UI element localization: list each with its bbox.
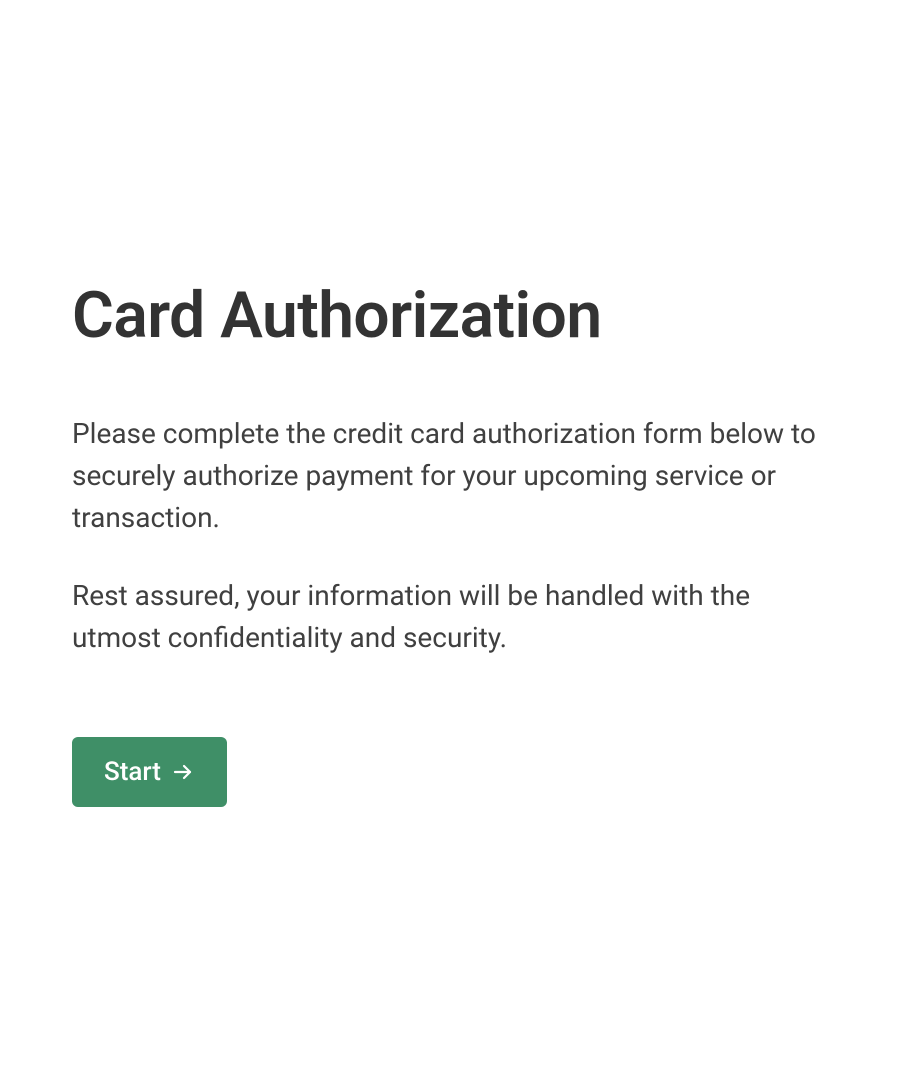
button-container: Start — [72, 737, 828, 807]
start-button[interactable]: Start — [72, 737, 227, 807]
description-paragraph-1: Please complete the credit card authoriz… — [72, 413, 828, 539]
page-title: Card Authorization — [72, 278, 828, 353]
arrow-right-icon — [171, 760, 195, 784]
description-paragraph-2: Rest assured, your information will be h… — [72, 575, 828, 659]
main-content: Card Authorization Please complete the c… — [72, 278, 828, 807]
start-button-label: Start — [104, 757, 161, 787]
